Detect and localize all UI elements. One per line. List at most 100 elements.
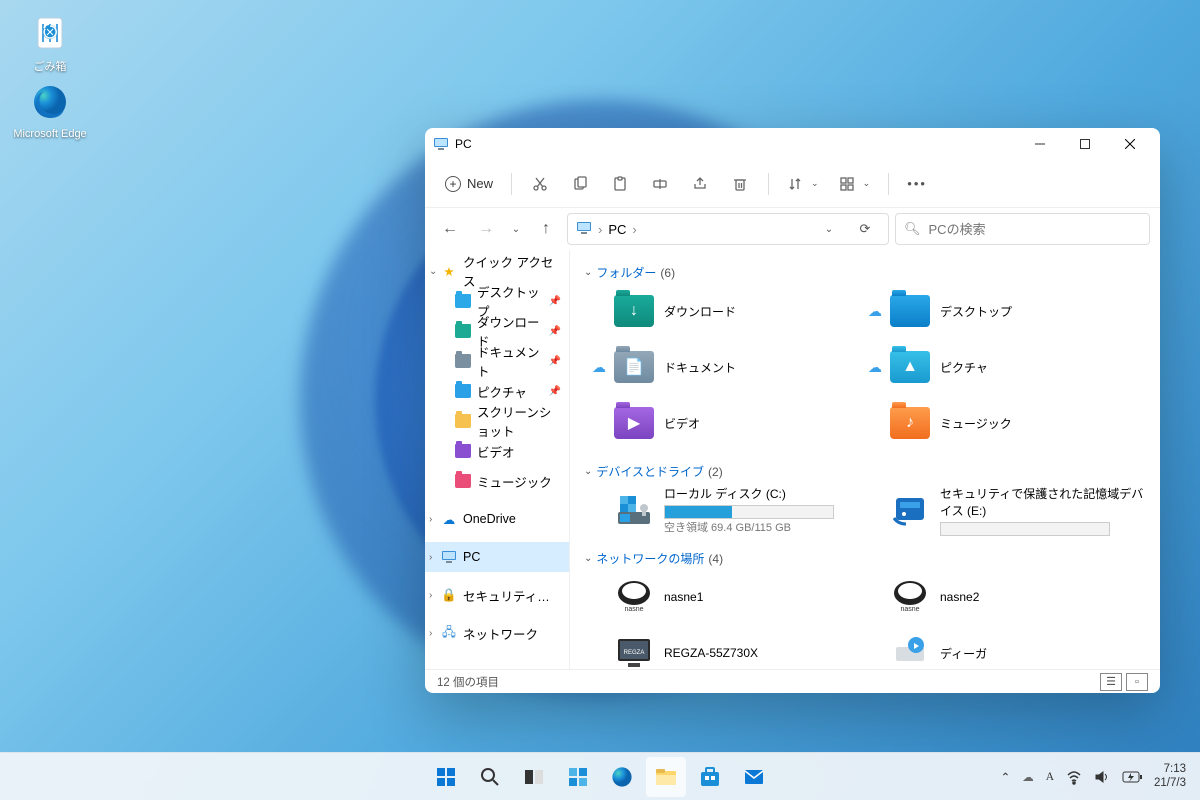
group-drives-header[interactable]: ⌄ デバイスとドライブ (2) [584, 457, 1146, 486]
minimize-button[interactable] [1017, 129, 1062, 159]
sidebar-pc[interactable]: › PC [425, 542, 569, 572]
chevron-right-icon: › [429, 514, 432, 525]
up-button[interactable]: ↑ [531, 214, 561, 244]
search-input[interactable] [929, 222, 1141, 237]
folder-label: ピクチャ [940, 359, 1146, 376]
drive-item[interactable]: ローカル ディスク (C:)空き領域 69.4 GB/115 GB [614, 486, 870, 534]
maximize-button[interactable] [1062, 129, 1107, 159]
paste-button[interactable] [602, 168, 638, 200]
sidebar-item[interactable]: ドキュメント📌 [425, 346, 569, 376]
device-label: nasne2 [940, 590, 1146, 604]
onedrive-tray-icon[interactable]: ☁ [1022, 770, 1034, 784]
pin-icon: 📌 [549, 326, 561, 337]
device-label: nasne1 [664, 590, 870, 604]
taskbar-clock[interactable]: 7:13 21/7/3 [1154, 763, 1186, 791]
desktop-icon-edge[interactable]: Microsoft Edge [10, 80, 90, 140]
sidebar-item-label: ミュージック [477, 472, 552, 491]
device-label: REGZA-55Z730X [664, 646, 870, 660]
group-network-header[interactable]: ⌄ ネットワークの場所 (4) [584, 544, 1146, 573]
device-icon: nasne [614, 577, 654, 617]
cut-button[interactable] [522, 168, 558, 200]
explorer-window: PC + New ⌄ ⌄ ••• ← → ⌄ ↑ › PC › [425, 128, 1160, 693]
group-folders-header[interactable]: ⌄ フォルダー (6) [584, 258, 1146, 287]
sidebar-item[interactable]: ビデオ [425, 436, 569, 466]
search-bar[interactable]: 🔍︎ [895, 213, 1150, 245]
taskbar: ⌃ ☁ A 7:13 21/7/3 [0, 752, 1200, 800]
ime-indicator[interactable]: A [1046, 771, 1054, 783]
sidebar-onedrive[interactable]: › ☁ OneDrive [425, 504, 569, 534]
plus-icon: + [445, 176, 461, 192]
folder-icon [455, 353, 471, 369]
folder-item[interactable]: ☁▲ピクチャ [890, 343, 1146, 391]
view-button[interactable]: ⌄ [831, 168, 879, 200]
copy-button[interactable] [562, 168, 598, 200]
start-button[interactable] [426, 757, 466, 797]
more-button[interactable]: ••• [899, 168, 935, 200]
refresh-button[interactable]: ⟳ [850, 214, 880, 244]
network-device-item[interactable]: nasne nasne1 [614, 573, 870, 621]
folder-item[interactable]: ☁デスクトップ [890, 287, 1146, 335]
network-icon: 🖧 [441, 625, 457, 641]
breadcrumb-sep: › [598, 222, 602, 237]
cloud-icon: ☁ [441, 511, 457, 527]
disk-usage-bar [664, 505, 834, 519]
folder-icon [890, 291, 930, 331]
device-icon: nasne [890, 577, 930, 617]
delete-button[interactable] [722, 168, 758, 200]
network-device-item[interactable]: nasne nasne2 [890, 573, 1146, 621]
wifi-icon[interactable] [1066, 769, 1082, 785]
edge-taskbar-button[interactable] [602, 757, 642, 797]
folder-item[interactable]: ☁📄ドキュメント [614, 343, 870, 391]
chevron-down-icon: ⌄ [429, 266, 437, 277]
sidebar-item[interactable]: スクリーンショット [425, 406, 569, 436]
back-button[interactable]: ← [435, 214, 465, 244]
sidebar-item-label: ビデオ [477, 442, 515, 461]
svg-text:nasne: nasne [624, 606, 643, 613]
folder-icon: 📄 [614, 347, 654, 387]
mail-taskbar-button[interactable] [734, 757, 774, 797]
pin-icon: 📌 [549, 296, 561, 307]
forward-button[interactable]: → [471, 214, 501, 244]
volume-icon[interactable] [1094, 769, 1110, 785]
desktop-icon-recycle-bin[interactable]: ごみ箱 [10, 10, 90, 74]
store-taskbar-button[interactable] [690, 757, 730, 797]
recycle-bin-icon [28, 10, 72, 54]
rename-button[interactable] [642, 168, 678, 200]
folder-item[interactable]: ▶ビデオ [614, 399, 870, 447]
folder-item[interactable]: ↓ダウンロード [614, 287, 870, 335]
tray-overflow-button[interactable]: ⌃ [1001, 770, 1011, 784]
breadcrumb-pc[interactable]: PC [608, 222, 626, 237]
network-device-item[interactable]: REGZA REGZA-55Z730X [614, 629, 870, 669]
battery-icon[interactable] [1122, 771, 1142, 783]
cloud-sync-icon: ☁ [868, 303, 882, 320]
close-button[interactable] [1107, 129, 1152, 159]
search-icon: 🔍︎ [904, 221, 921, 237]
drive-item[interactable]: セキュリティで保護された記憶域デバイス (E:) [890, 486, 1146, 534]
taskbar-center [426, 757, 774, 797]
widgets-button[interactable] [558, 757, 598, 797]
recent-button[interactable]: ⌄ [507, 214, 525, 244]
cloud-sync-icon: ☁ [868, 359, 882, 376]
new-button[interactable]: + New [437, 168, 501, 200]
folder-icon [455, 413, 471, 429]
breadcrumb-sep: › [632, 222, 636, 237]
folder-item[interactable]: ♪ミュージック [890, 399, 1146, 447]
address-dropdown-button[interactable]: ⌄ [814, 214, 844, 244]
pin-icon: 📌 [549, 386, 561, 397]
address-bar[interactable]: › PC › ⌄ ⟳ [567, 213, 889, 245]
network-device-item[interactable]: ディーガ [890, 629, 1146, 669]
icons-view-button[interactable]: ▫ [1126, 673, 1148, 691]
device-icon: REGZA [614, 633, 654, 669]
taskview-button[interactable] [514, 757, 554, 797]
sidebar-item[interactable]: ミュージック [425, 466, 569, 496]
sidebar-secured-storage[interactable]: › 🔒 セキュリティで保護された [425, 580, 569, 610]
explorer-taskbar-button[interactable] [646, 757, 686, 797]
share-button[interactable] [682, 168, 718, 200]
chevron-right-icon: › [429, 628, 432, 639]
desktop-icon-label: Microsoft Edge [10, 128, 90, 140]
search-button[interactable] [470, 757, 510, 797]
details-view-button[interactable]: ☰ [1100, 673, 1122, 691]
system-tray: ⌃ ☁ A 7:13 21/7/3 [1001, 763, 1200, 791]
sidebar-network[interactable]: › 🖧 ネットワーク [425, 618, 569, 648]
sort-button[interactable]: ⌄ [779, 168, 827, 200]
